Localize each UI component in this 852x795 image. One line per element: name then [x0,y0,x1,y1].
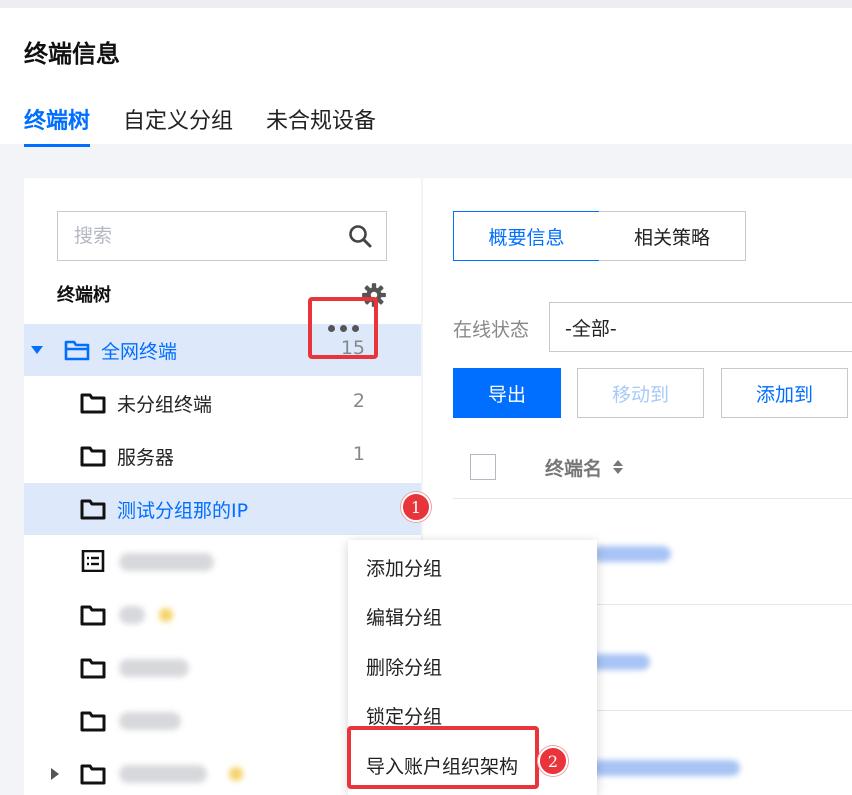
redacted-label [119,606,145,624]
tab-terminal-tree[interactable]: 终端树 [24,103,91,147]
tree-node-label: 全网终端 [101,341,178,363]
folder-icon [80,499,106,520]
tree-node-count: 1 [352,443,365,465]
menu-item-lock-group[interactable]: 锁定分组 [366,702,442,729]
redacted-label [119,553,214,571]
list-icon [81,550,105,572]
tree-node-servers[interactable]: 服务器 1 [24,430,421,482]
folder-icon [80,658,106,679]
page-title: 终端信息 [24,40,120,68]
redacted-row-link[interactable] [593,546,671,562]
folder-icon [80,393,106,414]
redacted-label [119,765,207,783]
menu-item-delete-group[interactable]: 删除分组 [366,653,442,680]
add-to-button[interactable]: 添加到 [721,368,848,418]
tab-related-policies[interactable]: 相关策略 [599,211,746,261]
folder-icon [80,711,106,732]
main-tabs: 终端树 自定义分组 未合规设备 [24,103,409,147]
tab-noncompliant-devices[interactable]: 未合规设备 [266,103,376,147]
tree-node-label: 测试分组那的IP [117,500,249,522]
ellipsis-icon [327,324,335,332]
export-button[interactable]: 导出 [453,368,561,418]
search-input[interactable] [58,212,338,260]
more-actions-button[interactable] [308,297,378,359]
folder-icon [80,605,106,626]
redacted-row-link[interactable] [588,654,650,670]
tree-node-count: 2 [352,390,365,412]
tab-overview[interactable]: 概要信息 [453,211,600,261]
tree-node-ungrouped[interactable]: 未分组终端 2 [24,377,421,429]
redacted-badge [229,767,243,781]
redacted-label [119,659,189,677]
menu-item-add-group[interactable]: 添加分组 [366,554,442,581]
folder-icon [80,446,106,467]
tree-node-label: 未分组终端 [117,394,213,416]
tree-node-label: 服务器 [117,447,175,469]
caret-right-icon[interactable] [48,767,62,781]
redacted-row-link[interactable] [588,760,740,776]
column-header-name[interactable]: 终端名 [545,454,602,481]
top-strip [0,0,852,8]
menu-item-edit-group[interactable]: 编辑分组 [366,603,442,630]
select-all-checkbox[interactable] [470,454,496,480]
step-callout-1: 1 [401,492,431,522]
move-to-button[interactable]: 移动到 [577,368,704,418]
tree-title: 终端树 [57,285,111,306]
redacted-label [119,712,181,730]
search-icon[interactable] [348,224,372,248]
redacted-badge [159,608,173,622]
filter-select-value: -全部- [565,317,617,340]
table-divider [453,498,852,499]
sort-icon[interactable] [612,459,624,475]
caret-down-icon[interactable] [30,343,44,357]
online-status-select[interactable]: -全部- [549,302,852,352]
folder-open-icon [64,340,90,361]
search-box [57,211,387,261]
folder-icon [80,764,106,785]
filter-label: 在线状态 [453,319,530,341]
tree-node-test-group[interactable]: 测试分组那的IP [24,483,421,535]
page-header: 终端信息 终端树 自定义分组 未合规设备 [0,8,852,147]
import-highlight-box [347,726,539,789]
tab-custom-groups[interactable]: 自定义分组 [123,103,233,147]
step-callout-2: 2 [538,746,568,776]
